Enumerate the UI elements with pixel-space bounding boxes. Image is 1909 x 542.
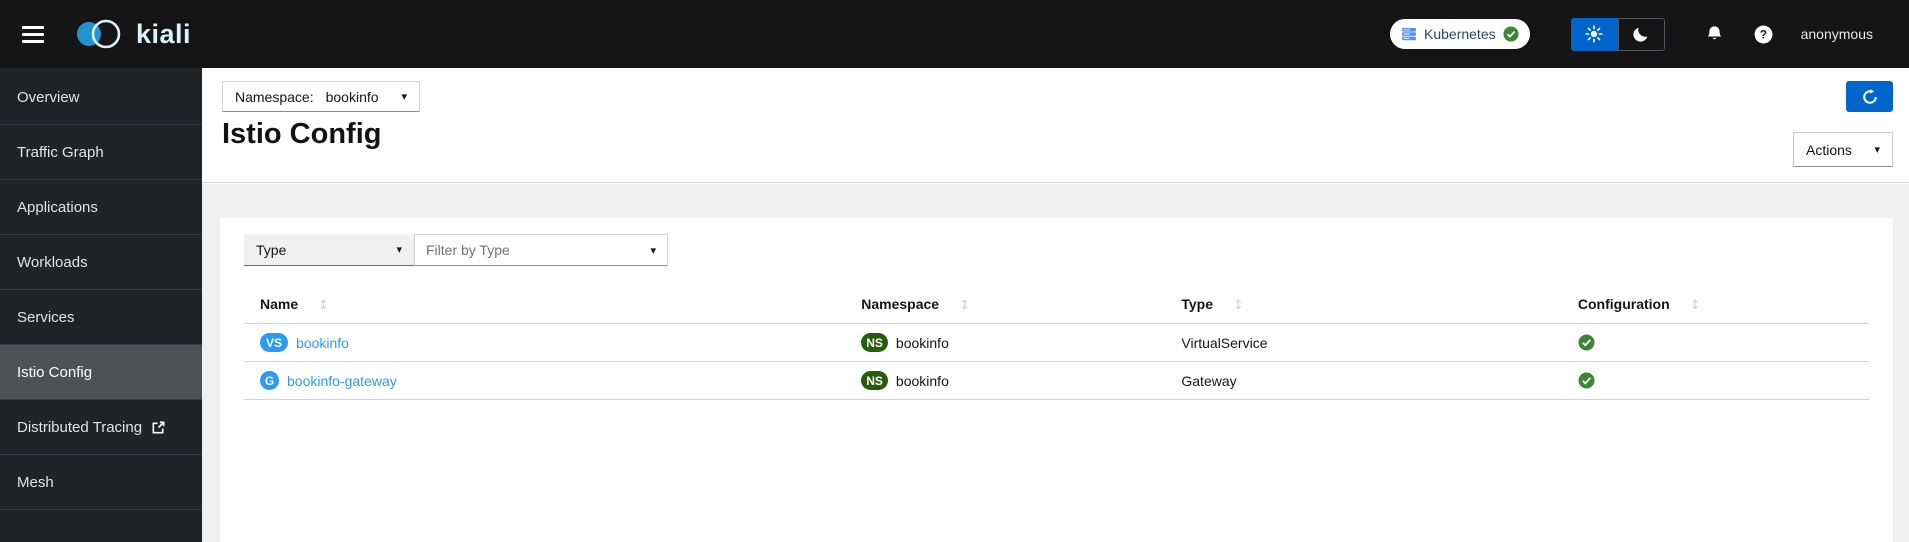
cluster-badge[interactable]: Kubernetes: [1390, 19, 1530, 49]
sidebar-item-workloads[interactable]: Workloads: [0, 235, 202, 290]
bell-icon: [1707, 25, 1721, 39]
question-circle-icon: ?: [1754, 25, 1773, 43]
column-header-configuration[interactable]: Configuration: [1578, 296, 1670, 312]
column-header-type[interactable]: Type: [1181, 296, 1213, 312]
cluster-status-check-icon: [1503, 26, 1519, 42]
config-valid-check-icon[interactable]: [1578, 372, 1595, 389]
sidebar-item-mesh[interactable]: Mesh: [0, 455, 202, 510]
dark-theme-button[interactable]: [1617, 17, 1665, 51]
istio-config-card: Type ▾ ▾ Name: [220, 218, 1893, 542]
gateway-badge: G: [260, 371, 279, 390]
caret-down-icon: ▾: [1874, 143, 1880, 156]
namespace-value: bookinfo: [325, 88, 379, 105]
refresh-button[interactable]: [1846, 81, 1893, 112]
sort-icon[interactable]: ↕: [959, 298, 970, 313]
moon-icon: [1633, 27, 1648, 42]
sidebar-item-label: Overview: [17, 88, 80, 106]
page-header: Namespace: bookinfo ▾ Istio Config Actio…: [202, 68, 1909, 183]
namespace-badge: NS: [861, 333, 888, 352]
sidebar-item-label: Workloads: [17, 253, 88, 271]
sort-icon[interactable]: ↕: [1690, 298, 1701, 313]
light-theme-button[interactable]: [1570, 17, 1618, 51]
config-valid-check-icon[interactable]: [1578, 334, 1595, 351]
table-row: VS bookinfo NS bookinfo VirtualService: [244, 323, 1869, 362]
kiali-logo-icon: [77, 19, 121, 49]
brand-name: kiali: [136, 18, 192, 49]
table-header-row: Name ↕ Namespace ↕ Type ↕ Configuration …: [244, 289, 1869, 324]
namespace-cell-text: bookinfo: [895, 372, 949, 389]
sidebar-item-label: Applications: [17, 198, 98, 216]
sidebar-item-istio-config[interactable]: Istio Config: [0, 345, 202, 400]
help-button[interactable]: ?: [1754, 25, 1773, 44]
kubernetes-cluster-icon: [1402, 28, 1416, 41]
caret-down-icon: ▾: [401, 90, 407, 103]
filter-input-wrapper: ▾: [414, 234, 668, 266]
column-header-namespace[interactable]: Namespace: [861, 296, 939, 312]
namespace-cell-text: bookinfo: [895, 334, 949, 351]
sidebar-item-label: Services: [17, 308, 75, 326]
sidebar-item-label: Mesh: [17, 473, 54, 491]
caret-down-icon[interactable]: ▾: [650, 245, 656, 256]
theme-toggle: [1570, 17, 1665, 51]
istio-config-table: Name ↕ Namespace ↕ Type ↕ Configuration …: [244, 289, 1869, 400]
refresh-icon: [1862, 88, 1877, 104]
masthead: kiali Kubernetes ? anonymous: [0, 0, 1909, 68]
namespace-dropdown[interactable]: Namespace: bookinfo ▾: [222, 81, 420, 112]
istio-object-link[interactable]: bookinfo-gateway: [287, 373, 397, 389]
filter-toolbar: Type ▾ ▾: [244, 234, 1869, 266]
sun-icon: [1585, 25, 1603, 43]
table-row: G bookinfo-gateway NS bookinfo Gateway: [244, 361, 1869, 400]
svg-text:?: ?: [1760, 28, 1767, 41]
masthead-right: Kubernetes ? anonymous: [1390, 17, 1873, 51]
filter-category-dropdown[interactable]: Type ▾: [244, 234, 414, 266]
page-title: Istio Config: [222, 118, 382, 150]
column-header-name[interactable]: Name: [260, 296, 298, 312]
virtualservice-badge: VS: [260, 333, 289, 352]
sort-icon[interactable]: ↕: [318, 298, 329, 313]
kiali-app: kiali Kubernetes ? anonymous Overview Tr…: [0, 0, 1909, 542]
page-body: Type ▾ ▾ Name: [202, 184, 1909, 542]
namespace-badge: NS: [861, 371, 888, 390]
main-content: Namespace: bookinfo ▾ Istio Config Actio…: [202, 68, 1909, 542]
sidebar: Overview Traffic Graph Applications Work…: [0, 68, 202, 542]
sidebar-item-services[interactable]: Services: [0, 290, 202, 345]
sidebar-item-label: Istio Config: [17, 363, 93, 381]
sidebar-item-overview[interactable]: Overview: [0, 70, 202, 125]
namespace-label: Namespace:: [235, 88, 314, 105]
caret-down-icon: ▾: [396, 243, 402, 256]
sort-icon[interactable]: ↕: [1233, 298, 1244, 313]
sidebar-item-traffic-graph[interactable]: Traffic Graph: [0, 125, 202, 180]
username: anonymous: [1800, 26, 1873, 42]
external-link-icon: [151, 420, 166, 435]
actions-label: Actions: [1806, 141, 1852, 158]
filter-by-type-input[interactable]: [426, 242, 643, 258]
type-cell-text: VirtualService: [1181, 334, 1268, 351]
cluster-name: Kubernetes: [1424, 26, 1496, 42]
menu-toggle-icon[interactable]: [18, 20, 48, 49]
sidebar-item-label: Distributed Tracing: [17, 418, 143, 436]
sidebar-item-label: Traffic Graph: [17, 143, 104, 161]
kiali-logo[interactable]: kiali: [74, 16, 191, 52]
sidebar-item-distributed-tracing[interactable]: Distributed Tracing: [0, 400, 202, 455]
actions-dropdown[interactable]: Actions ▾: [1793, 132, 1893, 167]
type-cell-text: Gateway: [1181, 372, 1237, 389]
notifications-button[interactable]: [1705, 25, 1724, 44]
sidebar-item-applications[interactable]: Applications: [0, 180, 202, 235]
istio-object-link[interactable]: bookinfo: [296, 335, 349, 351]
filter-category-label: Type: [256, 241, 287, 258]
